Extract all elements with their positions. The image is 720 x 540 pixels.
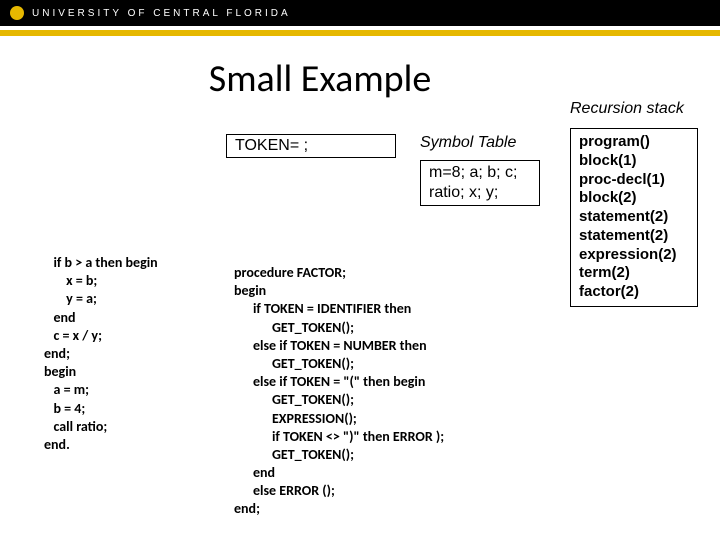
token-box: TOKEN= ;: [226, 134, 396, 158]
header-bar: UNIVERSITY OF CENTRAL FLORIDA: [0, 0, 720, 26]
slide-title: Small Example: [110, 56, 530, 102]
university-name: UNIVERSITY OF CENTRAL FLORIDA: [32, 8, 291, 19]
recursion-stack-label: Recursion stack: [570, 100, 684, 118]
pegasus-logo-icon: [10, 6, 24, 20]
recursion-stack-box: program() block(1) proc-decl(1) block(2)…: [570, 128, 698, 307]
gold-divider: [0, 30, 720, 36]
code-snippet-middle: procedure FACTOR; begin if TOKEN = IDENT…: [234, 264, 444, 519]
symbol-table-box: m=8; a; b; c; ratio; x; y;: [420, 160, 540, 206]
code-snippet-left: if b > a then begin x = b; y = a; end c …: [44, 254, 158, 454]
symbol-table-label: Symbol Table: [420, 134, 516, 152]
